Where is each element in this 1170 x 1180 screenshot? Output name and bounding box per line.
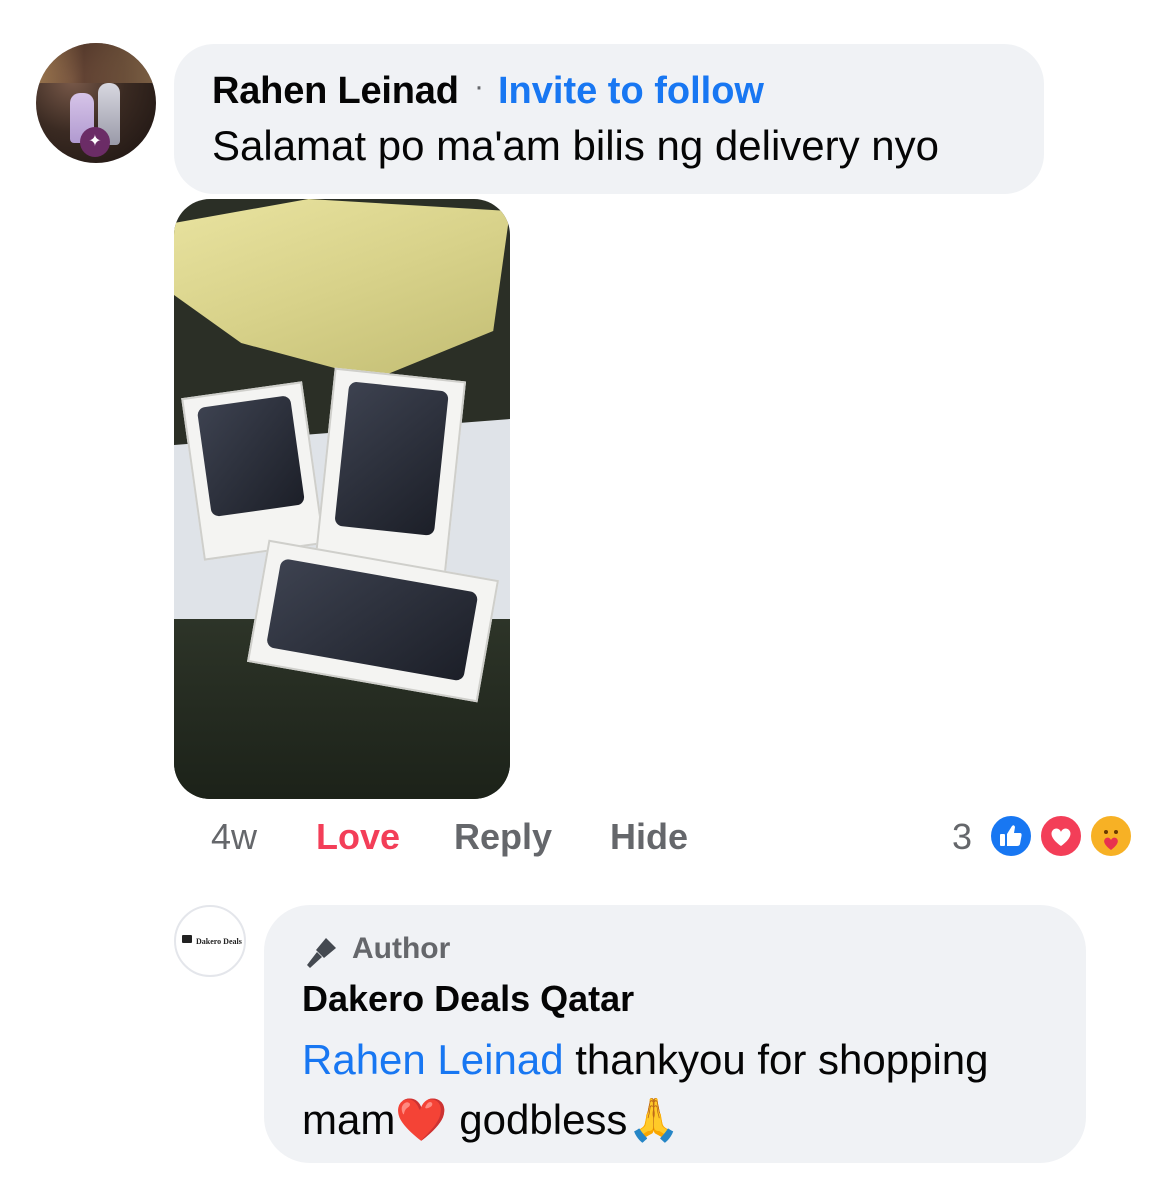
like-icon[interactable]: [988, 813, 1034, 859]
phone-box: [181, 381, 325, 561]
page-logo-text: Dakero Deals: [196, 937, 242, 946]
phone-box-screen: [265, 558, 479, 682]
care-icon[interactable]: [1088, 813, 1134, 859]
page-avatar[interactable]: Dakero Deals: [174, 905, 246, 977]
heart-emoji-icon: ❤️: [395, 1096, 448, 1143]
pray-emoji-icon: 🙏: [627, 1096, 680, 1143]
reaction-count[interactable]: 3: [952, 816, 972, 858]
author-badge-label: Author: [352, 932, 451, 965]
reply-text: Rahen Leinad thankyou for shopping mam❤️…: [302, 1030, 1062, 1150]
separator-dot: ·: [474, 70, 484, 103]
commenter-avatar[interactable]: ✦: [36, 43, 156, 163]
comment-timestamp[interactable]: 4w: [211, 816, 257, 858]
comment-photo[interactable]: [174, 199, 510, 799]
phone-box-screen: [196, 395, 306, 518]
avatar-background: [36, 43, 156, 83]
reply-author-name[interactable]: Dakero Deals Qatar: [302, 978, 634, 1020]
avatar-badge-icon: ✦: [80, 127, 110, 157]
comment-text: Salamat po ma'am bilis ng delivery nyo: [212, 122, 940, 169]
comment-author-name[interactable]: Rahen Leinad: [212, 70, 459, 113]
heart-icon[interactable]: [1038, 813, 1084, 859]
reply-button[interactable]: Reply: [454, 816, 552, 858]
reply-text-part: godbless: [447, 1096, 628, 1143]
care-glyph: [1104, 830, 1118, 850]
hide-button[interactable]: Hide: [610, 816, 688, 858]
microphone-icon: [307, 938, 336, 968]
comment-bubble: [174, 44, 1044, 194]
phone-box-screen: [334, 381, 449, 536]
love-reaction-button[interactable]: Love: [316, 816, 400, 858]
shopping-cart-icon: [182, 935, 192, 943]
invite-to-follow-link[interactable]: Invite to follow: [498, 70, 764, 113]
thumbs-up-glyph: [1000, 825, 1022, 846]
mention-link[interactable]: Rahen Leinad: [302, 1036, 564, 1083]
phone-box: [313, 367, 467, 580]
heart-glyph: [1051, 828, 1071, 846]
